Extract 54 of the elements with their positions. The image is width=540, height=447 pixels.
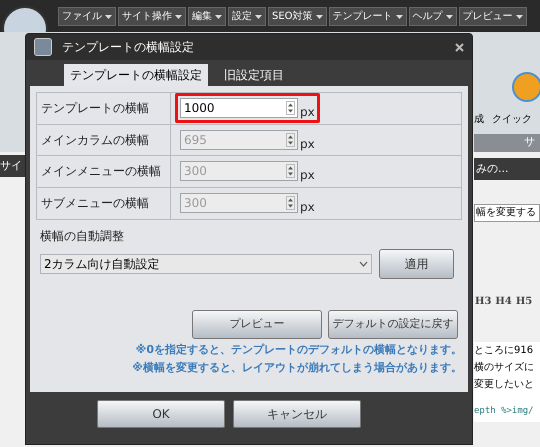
window-title: テンプレートの横幅設定 xyxy=(62,39,194,56)
editor-text: 横のサイズに xyxy=(474,360,535,375)
unit-label: px xyxy=(300,138,315,150)
panel-header: サイ xyxy=(0,155,25,177)
menu-item[interactable]: ファイル xyxy=(58,7,116,26)
editor-text: ところに916 xyxy=(474,344,534,358)
menu-item[interactable]: プレビュー xyxy=(458,7,527,26)
heading-button[interactable]: H4 xyxy=(495,294,512,309)
menu-item[interactable]: SEO対策 xyxy=(268,7,327,26)
ribbon-label[interactable]: クイック xyxy=(492,112,532,127)
panel-header: みの... xyxy=(474,158,540,180)
editor-text: 変更したいと xyxy=(474,378,535,392)
code-text: epth %>img/ xyxy=(474,405,535,418)
field-label: メインメニューの横幅 xyxy=(41,163,161,180)
number-input[interactable]: 1000 xyxy=(180,98,298,118)
menu-item[interactable]: ヘルプ xyxy=(408,7,457,26)
caret-icon xyxy=(255,14,262,18)
heading-button[interactable]: H3 xyxy=(475,294,492,309)
action-button[interactable]: デフォルトの設定に戻す xyxy=(328,310,458,339)
heading-button[interactable]: H5 xyxy=(516,294,532,309)
ribbon-label[interactable]: 成 xyxy=(474,112,484,127)
tab[interactable]: 旧設定項目 xyxy=(212,64,296,86)
caret-icon xyxy=(215,14,222,18)
menu-item[interactable]: テンプレート xyxy=(328,7,407,26)
caret-icon xyxy=(516,14,523,18)
tab[interactable]: テンプレートの横幅設定 xyxy=(64,64,208,86)
unit-label: px xyxy=(300,169,315,182)
caret-icon xyxy=(396,14,403,18)
close-icon[interactable] xyxy=(455,42,464,52)
section-title: 横幅の自動調整 xyxy=(40,228,125,245)
unit-label: px xyxy=(300,201,315,214)
app-icon xyxy=(34,38,52,56)
menu-item[interactable]: サイト操作 xyxy=(118,7,186,26)
caret-icon xyxy=(105,14,112,18)
caret-icon xyxy=(316,14,323,18)
ribbon-group-bar: サ xyxy=(474,134,540,152)
note-text: ※0を指定すると、テンプレートのデフォルトの横幅となります。 xyxy=(136,342,462,358)
menu-item[interactable]: 設定 xyxy=(228,7,266,26)
text-field[interactable]: 幅を変更する xyxy=(474,204,540,222)
chevron-down-icon xyxy=(359,261,368,267)
field-label: テンプレートの横幅 xyxy=(41,100,149,118)
spinner-icon[interactable] xyxy=(286,101,295,116)
field-label: メインカラムの横幅 xyxy=(41,132,149,149)
caret-icon xyxy=(446,14,453,18)
apply-button[interactable]: 適用 xyxy=(379,249,454,279)
caret-icon xyxy=(175,14,182,18)
unit-label: px xyxy=(300,106,315,118)
field-label: サブメニューの横幅 xyxy=(41,195,149,212)
dropdown[interactable]: 2カラム向け自動設定 xyxy=(40,254,372,274)
action-button[interactable]: プレビュー xyxy=(192,310,322,339)
note-text: ※横幅を変更すると、レイアウトが崩れてしまう場合があります。 xyxy=(132,360,462,376)
dialog-button[interactable]: キャンセル xyxy=(233,400,361,428)
dialog-button[interactable]: OK xyxy=(97,400,225,428)
menu-item[interactable]: 編集 xyxy=(188,7,226,26)
